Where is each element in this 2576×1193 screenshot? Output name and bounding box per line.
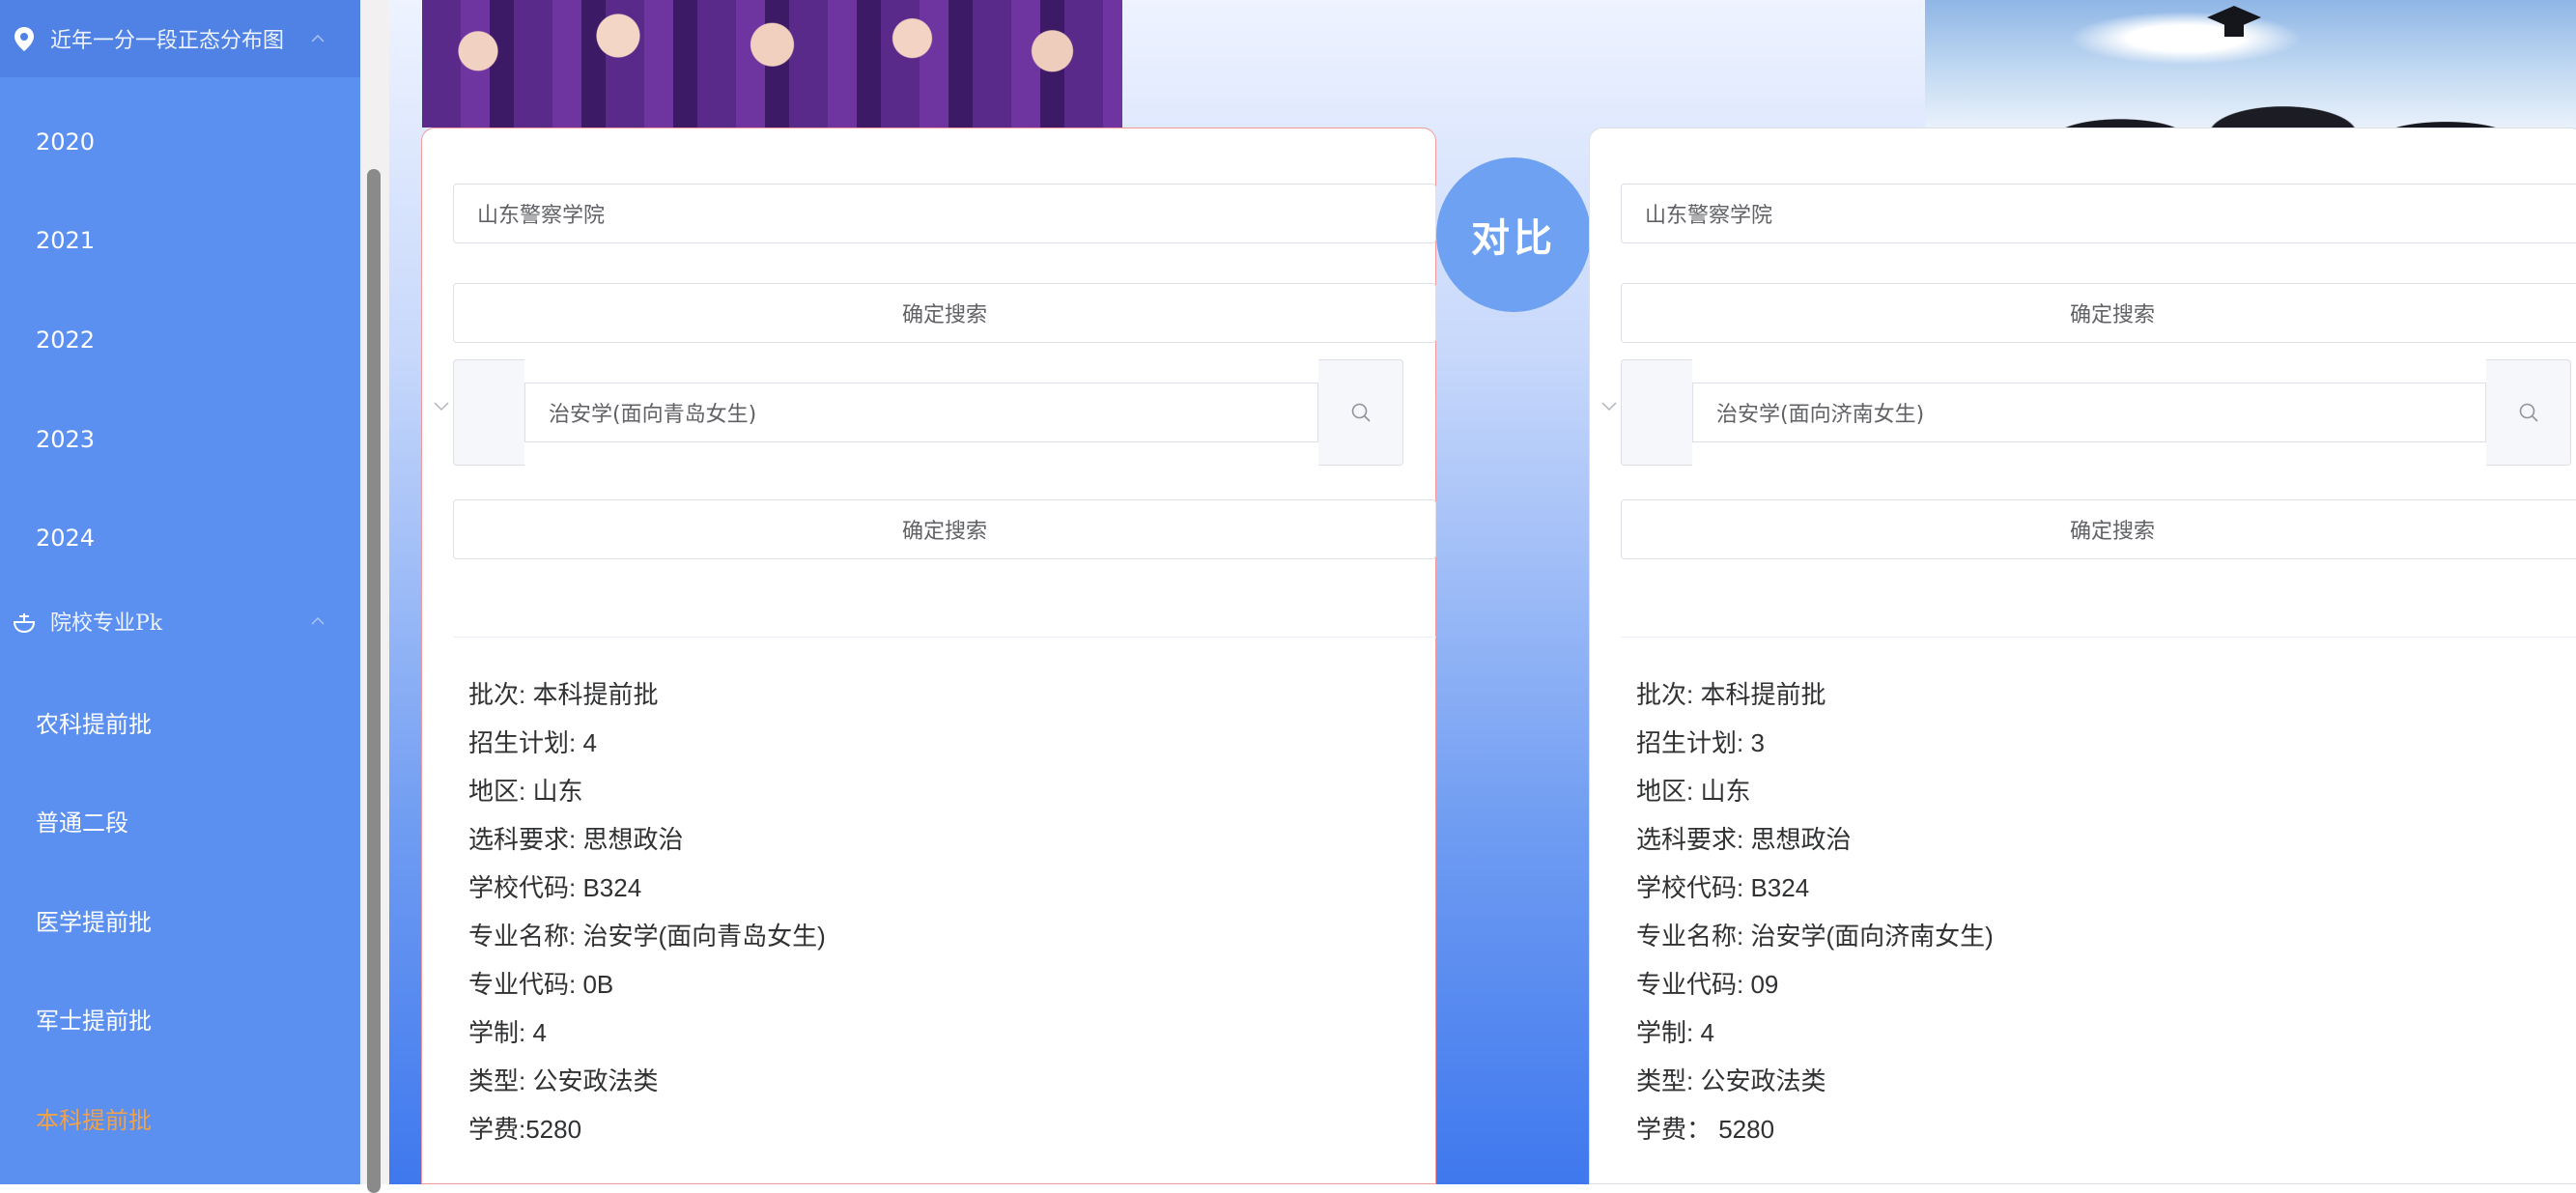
major-input[interactable]: 治安学(面向济南女生) (1692, 383, 2486, 442)
sidebar-item-2023[interactable]: 2023 (36, 425, 95, 454)
divider (1621, 637, 2576, 638)
info-region: 地区: 山东 (468, 777, 583, 806)
chevron-down-icon[interactable] (434, 402, 449, 412)
major-select[interactable]: 治安学(面向青岛女生) (434, 359, 1436, 466)
info-school-code: 学校代码: B324 (1636, 873, 1810, 902)
info-major-name: 专业名称: 治安学(面向青岛女生) (468, 922, 826, 951)
divider (453, 637, 1436, 638)
chevron-up-icon (311, 617, 325, 625)
sidebar-group-label: 院校专业Pk (50, 611, 163, 636)
scrollbar-thumb[interactable] (367, 169, 381, 1193)
major-select-prefix[interactable] (453, 359, 524, 466)
info-region: 地区: 山东 (1636, 777, 1751, 806)
info-batch: 批次: 本科提前批 (1636, 680, 1826, 709)
info-tuition: 学费:5280 (468, 1115, 582, 1144)
sidebar-group-label: 近年一分一段正态分布图 (50, 29, 285, 53)
major-info-list: 批次: 本科提前批 招生计划: 4 地区: 山东 选科要求: 思想政治 学校代码… (468, 670, 826, 1153)
info-plan: 招生计划: 4 (468, 728, 597, 757)
info-tuition: 学费： 5280 (1636, 1115, 1775, 1144)
graduation-cap-icon (2207, 6, 2261, 37)
sidebar-item-2021[interactable]: 2021 (36, 226, 95, 255)
main-content: 山东警察学院 确定搜索 治安学(面向青岛女生) 确定搜索 批次: 本科提前批 招… (389, 0, 2576, 1184)
major-select[interactable]: 治安学(面向济南女生) (1601, 359, 2576, 466)
info-major-code: 专业代码: 09 (1636, 970, 1779, 999)
info-type: 类型: 公安政法类 (468, 1066, 659, 1095)
sidebar-item-yixue[interactable]: 医学提前批 (36, 908, 152, 937)
info-batch: 批次: 本科提前批 (468, 680, 659, 709)
sidebar-item-2022[interactable]: 2022 (36, 326, 95, 355)
major-search-button[interactable] (1318, 359, 1403, 466)
sidebar-item-2024[interactable]: 2024 (36, 524, 95, 553)
info-duration: 学制: 4 (468, 1018, 547, 1047)
location-pin-icon (14, 27, 34, 51)
graduates-photo-left (422, 0, 1122, 128)
chevron-down-icon[interactable] (1601, 402, 1617, 412)
sidebar-item-junshi[interactable]: 军士提前批 (36, 1007, 152, 1036)
sidebar: 近年一分一段正态分布图 2020 2021 2022 2023 2024 院校专… (0, 0, 360, 1184)
sidebar-item-2020[interactable]: 2020 (36, 128, 95, 156)
info-type: 类型: 公安政法类 (1636, 1066, 1826, 1095)
sidebar-item-benke[interactable]: 本科提前批 (36, 1106, 152, 1135)
major-search-button[interactable] (2486, 359, 2571, 466)
info-school-code: 学校代码: B324 (468, 873, 642, 902)
major-input[interactable]: 治安学(面向青岛女生) (524, 383, 1318, 442)
school-search-input[interactable]: 山东警察学院 (453, 184, 1436, 243)
confirm-search-button[interactable]: 确定搜索 (453, 283, 1436, 343)
info-major-code: 专业代码: 0B (468, 970, 614, 999)
school-search-input[interactable]: 山东警察学院 (1621, 184, 2576, 243)
chevron-up-icon (311, 35, 325, 43)
compare-badge: 对比 (1436, 157, 1591, 312)
major-select-prefix[interactable] (1621, 359, 1692, 466)
search-icon (1351, 403, 1371, 422)
bowl-icon (13, 613, 36, 634)
sidebar-group-distribution[interactable]: 近年一分一段正态分布图 (0, 0, 360, 77)
confirm-search-button[interactable]: 确定搜索 (1621, 283, 2576, 343)
sidebar-item-nongke[interactable]: 农科提前批 (36, 710, 152, 739)
info-major-name: 专业名称: 治安学(面向济南女生) (1636, 922, 1994, 951)
search-icon (2519, 403, 2538, 422)
compare-card-left: 山东警察学院 确定搜索 治安学(面向青岛女生) 确定搜索 批次: 本科提前批 招… (421, 128, 1436, 1184)
info-subject: 选科要求: 思想政治 (1636, 825, 1852, 854)
info-subject: 选科要求: 思想政治 (468, 825, 684, 854)
info-plan: 招生计划: 3 (1636, 728, 1765, 757)
sidebar-group-pk[interactable]: 院校专业Pk (0, 582, 360, 660)
sidebar-item-putong[interactable]: 普通二段 (36, 809, 128, 838)
compare-card-right: 山东警察学院 确定搜索 治安学(面向济南女生) 确定搜索 批次: 本科提前批 招… (1589, 128, 2576, 1184)
confirm-search-button[interactable]: 确定搜索 (453, 499, 1436, 559)
confirm-search-button[interactable]: 确定搜索 (1621, 499, 2576, 559)
major-info-list: 批次: 本科提前批 招生计划: 3 地区: 山东 选科要求: 思想政治 学校代码… (1636, 670, 1994, 1153)
info-duration: 学制: 4 (1636, 1018, 1714, 1047)
